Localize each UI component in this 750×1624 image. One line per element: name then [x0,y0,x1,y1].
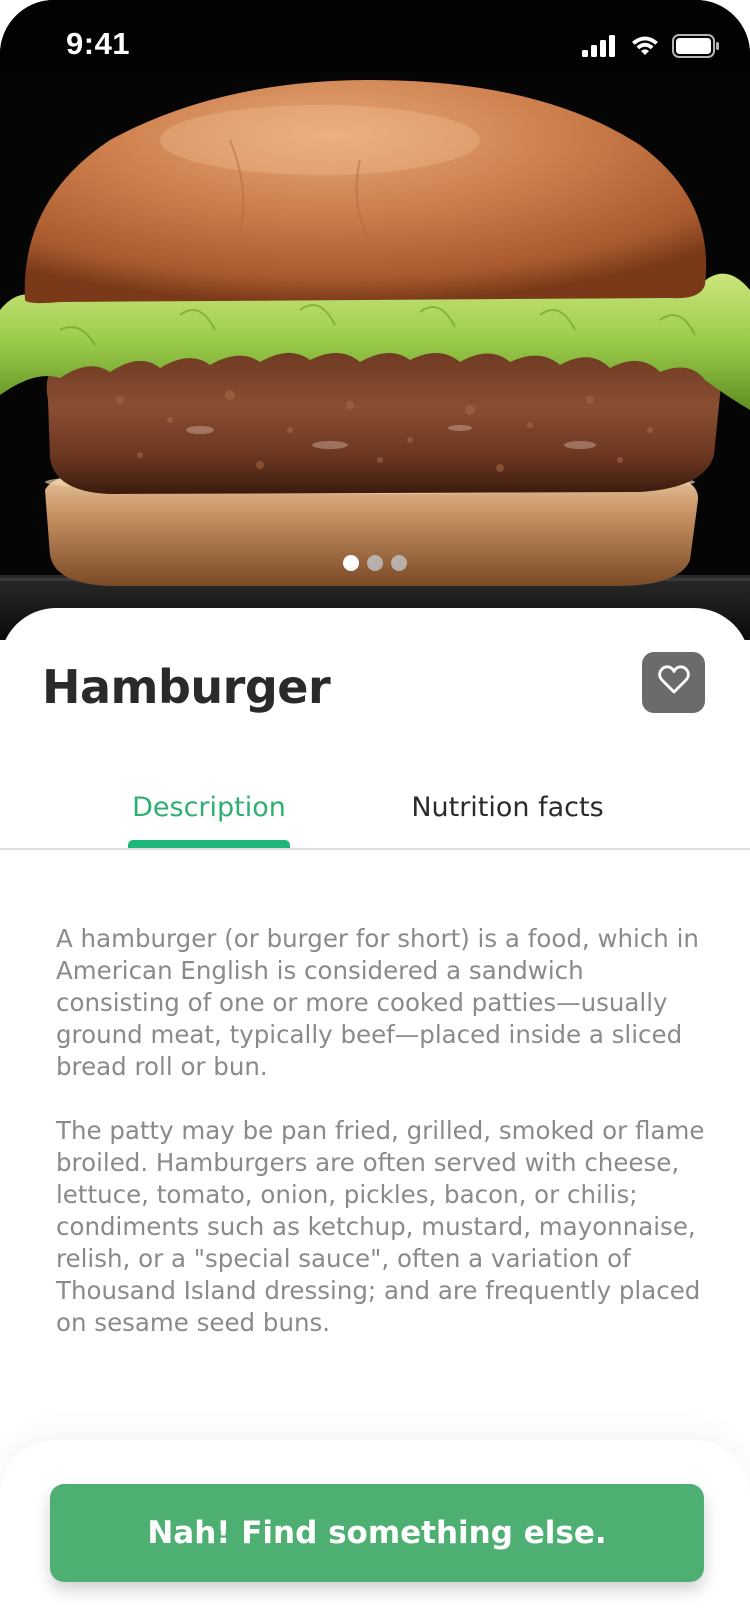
food-detail-screen: 9:41 Hamburger Description Nutrition fac… [0,0,750,1624]
heart-icon [657,665,690,700]
battery-icon [672,34,720,63]
cellular-signal-icon [582,35,618,62]
carousel-dot-2[interactable] [367,555,383,571]
description-paragraph: The patty may be pan fried, grilled, smo… [56,1116,705,1337]
favorite-button[interactable] [642,652,705,713]
carousel-dot-3[interactable] [391,555,407,571]
active-tab-indicator [128,840,290,848]
tab-bar: Description Nutrition facts [0,758,750,850]
page-title: Hamburger [42,660,331,714]
find-something-else-button[interactable]: Nah! Find something else. [50,1484,704,1582]
bottom-action-panel: Nah! Find something else. [0,1440,750,1624]
status-time: 9:41 [66,26,131,61]
hero-image[interactable] [0,0,750,640]
hamburger-illustration [0,0,750,640]
description-paragraph: A hamburger (or burger for short) is a f… [56,924,699,1081]
carousel-dot-1[interactable] [343,555,359,571]
tab-nutrition-facts[interactable]: Nutrition facts [400,758,615,846]
status-bar: 9:41 [0,0,750,90]
description-text: A hamburger (or burger for short) is a f… [56,923,706,1371]
tab-description[interactable]: Description [128,758,290,846]
status-icons [582,34,720,63]
wifi-icon [630,35,660,62]
carousel-dots [0,555,750,571]
